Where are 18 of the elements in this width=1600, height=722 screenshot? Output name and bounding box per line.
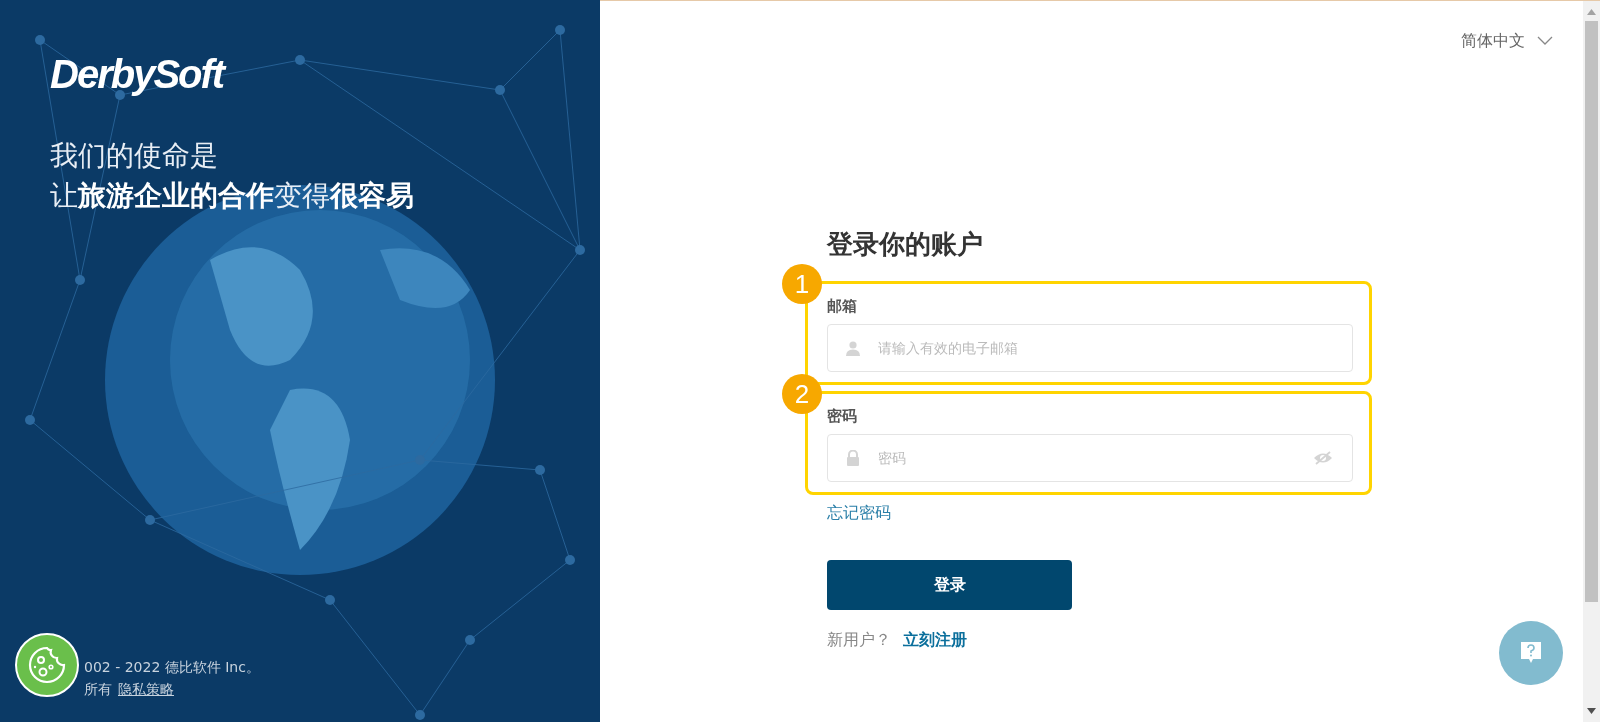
field-label: 邮箱 bbox=[827, 297, 857, 316]
language-dropdown[interactable]: 简体中文 bbox=[1461, 29, 1553, 53]
input-field[interactable]: 请输入有效的电子邮箱 bbox=[827, 324, 1353, 372]
signup-link[interactable]: 立刻注册 bbox=[903, 630, 967, 651]
login-button[interactable]: 登录 bbox=[827, 560, 1072, 610]
input-field[interactable]: 密码 bbox=[827, 434, 1353, 482]
mission-text: 让旅游企业的合作变得很容易 bbox=[50, 178, 415, 214]
step-badge: 2 bbox=[782, 374, 822, 414]
logo: DerbySoft bbox=[50, 52, 224, 96]
forgot-password-link[interactable]: 忘记密码 bbox=[827, 503, 891, 524]
privacy-link[interactable]: 隐私策略 bbox=[118, 678, 174, 700]
field-label: 密码 bbox=[827, 407, 857, 426]
form-title: 登录你的账户 bbox=[827, 228, 984, 261]
rights-text: 所有 bbox=[84, 680, 112, 699]
step-badge: 1 bbox=[782, 264, 822, 304]
signup-prompt: 新用户？ bbox=[827, 630, 891, 651]
copyright-text: 002 - 2022 德比软件 Inc。 bbox=[84, 658, 261, 677]
mission-text: 我们的使命是 bbox=[50, 138, 219, 174]
